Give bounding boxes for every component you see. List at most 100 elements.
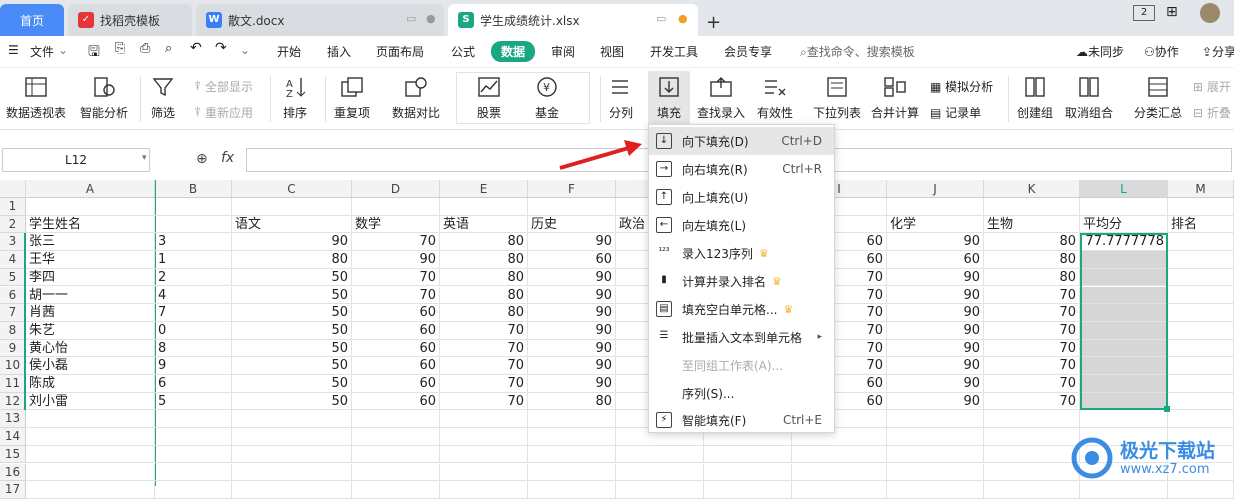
tab-dot-icon[interactable]: ● — [426, 12, 436, 25]
fill-down-item[interactable]: ↓ 向下填充(D) Ctrl+D — [649, 127, 834, 155]
cell-D[interactable]: 70 — [352, 233, 440, 252]
cell-M[interactable]: 排名 — [1168, 215, 1234, 234]
hamburger-icon[interactable]: ☰ — [8, 43, 19, 57]
menu-member[interactable]: 会员专享 — [724, 43, 772, 60]
zoom-formula-icon[interactable]: ⊕ — [196, 151, 208, 167]
cell-D[interactable]: 70 — [352, 286, 440, 305]
create-group-button[interactable]: 创建组 — [1017, 74, 1053, 121]
export-pdf-icon[interactable]: ⎘ — [115, 41, 125, 56]
col-header-selected[interactable]: L — [1080, 180, 1168, 198]
cell-M[interactable] — [1168, 304, 1234, 322]
cell-D[interactable] — [352, 481, 440, 499]
file-chevron-icon[interactable]: ⌄ — [58, 43, 68, 57]
collab-button[interactable]: ⚇协作 — [1144, 43, 1179, 60]
cell-C[interactable] — [232, 428, 352, 446]
cell-C[interactable]: 80 — [232, 251, 352, 269]
cell-D[interactable] — [352, 445, 440, 464]
row-header[interactable]: 4 — [0, 251, 26, 269]
menu-review[interactable]: 审阅 — [551, 43, 575, 60]
cell-L[interactable] — [1080, 286, 1168, 305]
cell-J[interactable]: 90 — [887, 233, 984, 252]
name-box-chevron-icon[interactable]: ▾ — [142, 153, 147, 163]
cell-D[interactable]: 60 — [352, 392, 440, 411]
row-header[interactable]: 6 — [0, 286, 26, 305]
col-header[interactable]: A — [26, 180, 155, 198]
cell-F[interactable]: 60 — [528, 251, 616, 269]
row-header[interactable]: 12 — [0, 392, 26, 411]
cell-C[interactable]: 50 — [232, 375, 352, 393]
cell-L[interactable] — [1080, 375, 1168, 393]
cell-F[interactable] — [528, 463, 616, 482]
cell-E[interactable]: 80 — [440, 268, 528, 287]
cell-D[interactable]: 70 — [352, 268, 440, 287]
cell-D[interactable] — [352, 463, 440, 482]
share-button[interactable]: ⇪分享 — [1202, 43, 1234, 60]
cell-D[interactable]: 60 — [352, 375, 440, 393]
cell-K[interactable] — [984, 198, 1080, 216]
cell-L[interactable] — [1080, 321, 1168, 340]
menu-formula[interactable]: 公式 — [451, 43, 475, 60]
cell-E[interactable]: 80 — [440, 304, 528, 322]
expand-button[interactable]: ⊞ 展开 — [1193, 78, 1231, 95]
cell-J[interactable]: 90 — [887, 321, 984, 340]
menu-page-layout[interactable]: 页面布局 — [376, 43, 424, 60]
cell-C[interactable] — [232, 445, 352, 464]
fill-button[interactable]: 填充 — [648, 71, 690, 126]
pivot-table-button[interactable]: 数据透视表 — [6, 74, 66, 121]
cell-C[interactable] — [232, 198, 352, 216]
cell-K[interactable]: 70 — [984, 339, 1080, 358]
cell-L[interactable] — [1080, 268, 1168, 287]
cell-A[interactable] — [26, 481, 155, 499]
cell-F[interactable]: 80 — [528, 392, 616, 411]
simulate-analysis-button[interactable]: ▦ 模拟分析 — [930, 78, 993, 95]
rank-item[interactable]: ▮ 计算并录入排名 ♛ — [649, 267, 834, 295]
fund-button[interactable]: ¥ 基金 — [532, 74, 562, 121]
col-header[interactable]: J — [887, 180, 984, 198]
menu-start[interactable]: 开始 — [277, 43, 301, 60]
cell-E[interactable] — [440, 445, 528, 464]
cell-H[interactable] — [704, 445, 792, 464]
undo-icon[interactable]: ↶ — [190, 40, 202, 56]
cell-C[interactable]: 50 — [232, 357, 352, 375]
spreadsheet-grid[interactable]: A B C D E F G H I J K L M 12学生姓名语文数学英语历史… — [0, 180, 1234, 499]
cell-J[interactable]: 90 — [887, 286, 984, 305]
cell-J[interactable] — [887, 428, 984, 446]
cell-L[interactable] — [1080, 357, 1168, 375]
save-icon[interactable]: 🖫 — [88, 41, 100, 65]
cell-J[interactable]: 90 — [887, 268, 984, 287]
cell-L[interactable] — [1080, 198, 1168, 216]
cell-B[interactable]: 2 — [155, 268, 232, 287]
subtotal-button[interactable]: 分类汇总 — [1134, 74, 1182, 121]
cell-C[interactable]: 50 — [232, 304, 352, 322]
ungroup-button[interactable]: 取消组合 — [1065, 74, 1113, 121]
cell-B[interactable]: 6 — [155, 375, 232, 393]
cell-F[interactable]: 90 — [528, 339, 616, 358]
col-header[interactable]: K — [984, 180, 1080, 198]
cell-J[interactable]: 化学 — [887, 215, 984, 234]
row-header[interactable]: 9 — [0, 339, 26, 358]
cell-F[interactable] — [528, 481, 616, 499]
dropdown-list-button[interactable]: 下拉列表 — [813, 74, 861, 121]
cell-F[interactable] — [528, 445, 616, 464]
cell-K[interactable]: 70 — [984, 286, 1080, 305]
cell-K[interactable]: 70 — [984, 357, 1080, 375]
sort-button[interactable]: AZ 排序 — [280, 74, 310, 121]
cell-L[interactable] — [1080, 339, 1168, 358]
lookup-entry-button[interactable]: 查找录入 — [697, 74, 745, 121]
filter-button[interactable]: 筛选 — [148, 74, 178, 121]
cell-I[interactable] — [792, 463, 887, 482]
row-header[interactable]: 16 — [0, 463, 26, 482]
cell-C[interactable]: 50 — [232, 392, 352, 411]
cell-K[interactable]: 70 — [984, 375, 1080, 393]
menu-developer[interactable]: 开发工具 — [650, 43, 698, 60]
col-header[interactable]: E — [440, 180, 528, 198]
row-header[interactable]: 8 — [0, 321, 26, 340]
fill-right-item[interactable]: → 向右填充(R) Ctrl+R — [649, 155, 834, 183]
quick-access-chevron-icon[interactable]: ⌄ — [240, 43, 250, 57]
cell-L[interactable] — [1080, 304, 1168, 322]
row-header[interactable]: 10 — [0, 357, 26, 375]
cell-L[interactable]: 平均分 — [1080, 215, 1168, 234]
cell-K[interactable]: 80 — [984, 251, 1080, 269]
cell-B[interactable] — [155, 198, 232, 216]
cell-B[interactable]: 8 — [155, 339, 232, 358]
